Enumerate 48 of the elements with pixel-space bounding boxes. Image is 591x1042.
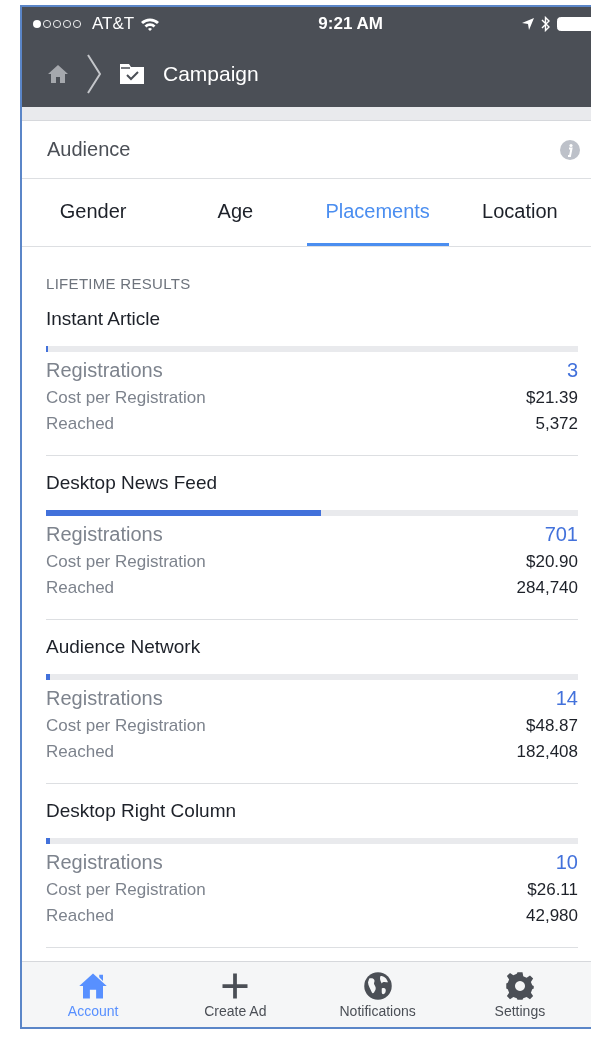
folder-check-icon [119,63,145,85]
metric-label: Registrations [46,687,163,710]
placement-name: Instant Article [46,308,162,330]
status-time: 9:21 AM [318,14,383,34]
metric-label: Registrations [46,851,163,874]
placement-name: Audience Network [46,636,202,658]
metric-value: $21.39 [526,388,578,408]
gear-icon [504,970,535,1001]
metric-label: Cost per Registration [46,880,206,900]
wifi-icon [140,17,161,31]
page-title: Campaign [163,62,259,86]
metric-value: 42,980 [526,906,578,926]
metric-label: Reached [46,742,115,762]
metric-label: Reached [46,414,115,434]
metric-value: 14 [555,687,578,710]
globe-icon [362,970,393,1001]
metric-label: Cost per Registration [46,716,206,736]
section-heading: LIFETIME RESULTS [46,275,192,292]
metric-label: Cost per Registration [46,388,206,408]
chevron-icon [87,54,101,94]
tab-bar-item[interactable]: Notifications [306,962,449,1027]
battery-icon [557,17,591,31]
metric-value: 5,372 [535,414,578,434]
carrier-name: AT&T [92,14,135,34]
metric-value: 701 [544,523,578,546]
tab[interactable]: Gender [22,179,165,246]
metric-value: 10 [555,851,578,874]
metric-value: $26.11 [527,880,578,900]
metric-label: Registrations [46,523,163,546]
placement-name: Desktop Right Column [46,800,238,822]
bluetooth-icon [541,16,551,32]
tab[interactable]: Location [448,179,591,246]
tab-bar-item[interactable]: Create Ad [164,962,307,1027]
placement-name: Desktop News Feed [46,472,219,494]
metric-value: $20.90 [526,552,578,572]
tab[interactable]: Age [164,179,307,246]
metric-label: Reached [46,906,115,926]
metric-value: 182,408 [516,742,578,762]
home-icon[interactable] [47,64,69,84]
metric-value: 284,740 [516,578,578,598]
location-arrow-icon [521,17,535,31]
metric-label: Reached [46,578,115,598]
metric-label: Registrations [46,359,163,382]
metric-value: $48.87 [526,716,578,736]
tab-bar-item[interactable]: Settings [448,962,591,1027]
metric-value: 3 [566,359,578,382]
section-title: Audience [47,138,131,161]
metric-label: Cost per Registration [46,552,206,572]
